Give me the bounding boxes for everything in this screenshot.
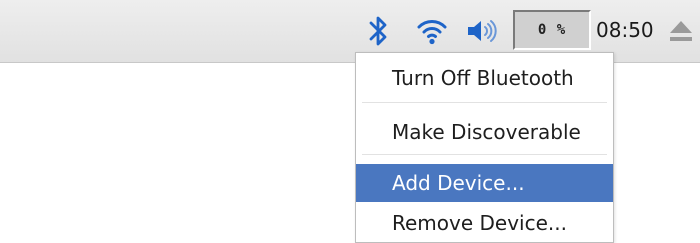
- menu-item-label: Turn Off Bluetooth: [392, 66, 574, 90]
- cpu-usage-value: 0 %: [537, 22, 567, 38]
- menu-item-label: Remove Device...: [392, 211, 567, 235]
- menu-separator: [362, 154, 607, 155]
- volume-icon[interactable]: [466, 17, 498, 45]
- desktop: 0 % 08:50 Turn Off Bluetooth Make Discov…: [0, 0, 700, 243]
- bluetooth-menu: Turn Off Bluetooth Make Discoverable Add…: [355, 52, 614, 243]
- menu-item-label: Add Device...: [392, 171, 525, 195]
- menu-item-make-discoverable[interactable]: Make Discoverable: [356, 117, 613, 147]
- bluetooth-icon[interactable]: [368, 14, 390, 48]
- menu-item-remove-device[interactable]: Remove Device...: [356, 208, 613, 238]
- menu-item-add-device[interactable]: Add Device...: [356, 164, 613, 202]
- clock[interactable]: 08:50: [596, 15, 654, 45]
- menu-item-turn-off-bluetooth[interactable]: Turn Off Bluetooth: [356, 63, 613, 93]
- cpu-usage-monitor[interactable]: 0 %: [513, 10, 591, 50]
- menu-item-label: Make Discoverable: [392, 120, 581, 144]
- menu-separator: [362, 102, 607, 103]
- wifi-icon[interactable]: [416, 16, 448, 46]
- eject-icon[interactable]: [666, 17, 696, 45]
